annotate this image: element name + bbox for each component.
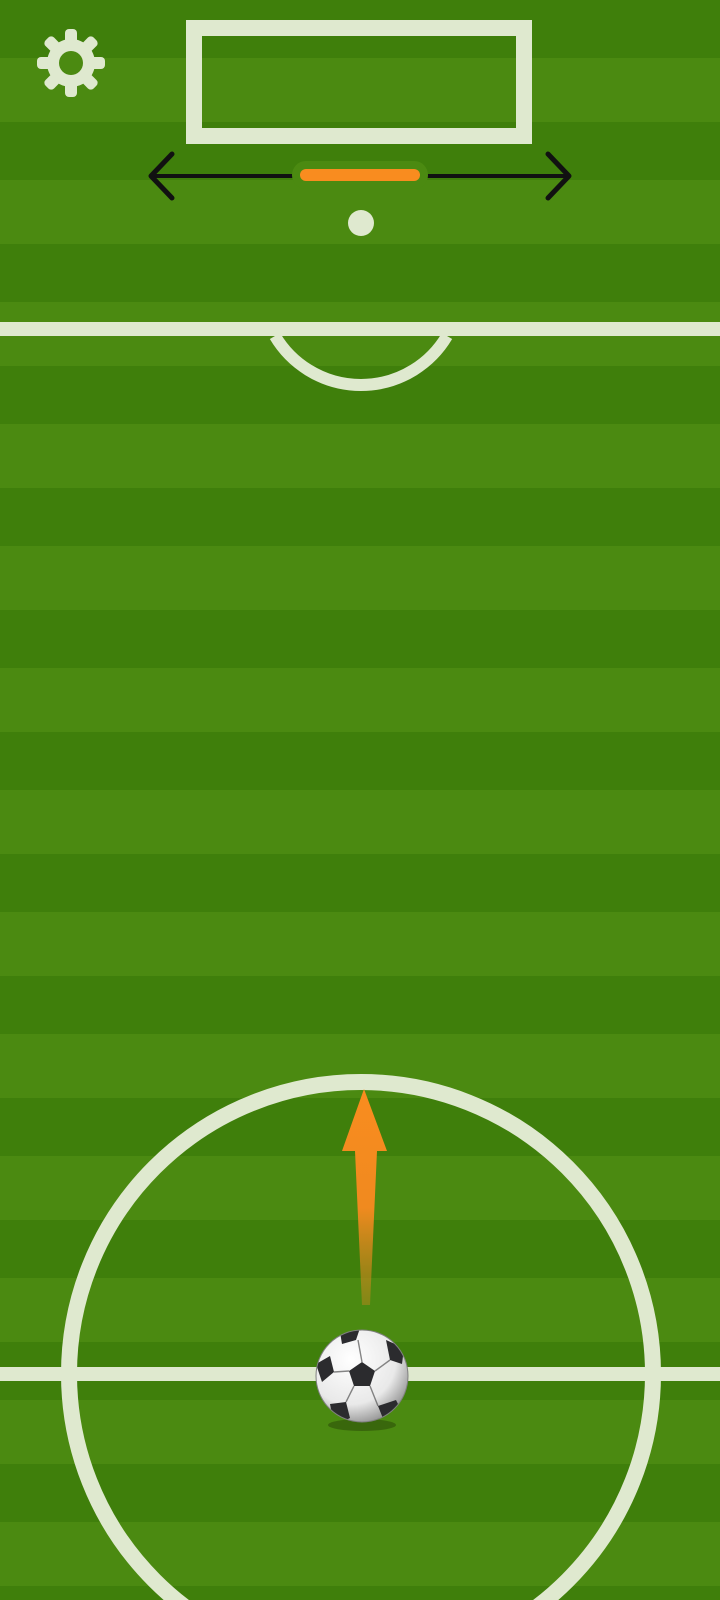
penalty-spot xyxy=(348,210,374,236)
soccer-ball[interactable] xyxy=(312,1326,412,1436)
goal-box xyxy=(186,20,532,144)
penalty-arc xyxy=(269,332,453,391)
gear-icon xyxy=(37,29,105,97)
arrow-up-icon xyxy=(342,1089,387,1305)
aim-slider-thumb[interactable] xyxy=(300,169,420,181)
top-line xyxy=(0,322,720,336)
soccer-ball-icon xyxy=(315,1329,409,1431)
settings-button[interactable] xyxy=(36,28,106,98)
